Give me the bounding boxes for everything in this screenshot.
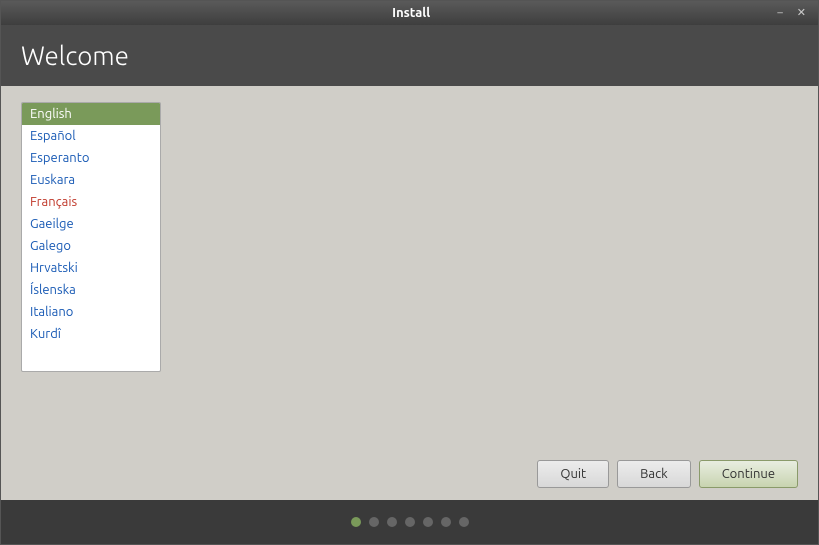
language-list[interactable]: EnglishEspañolEsperantoEuskaraFrançaisGa… [21,102,161,372]
language-item-gaeilge[interactable]: Gaeilge [22,213,160,235]
language-item-english[interactable]: English [22,103,160,125]
quit-button[interactable]: Quit [537,460,609,488]
language-item-français[interactable]: Français [22,191,160,213]
progress-dot-0 [351,517,361,527]
language-item-hrvatski[interactable]: Hrvatski [22,257,160,279]
window-controls: – ✕ [773,6,810,21]
progress-dot-6 [459,517,469,527]
progress-dot-4 [423,517,433,527]
titlebar: Install – ✕ [1,1,818,25]
language-item-galego[interactable]: Galego [22,235,160,257]
language-item-español[interactable]: Español [22,125,160,147]
progress-dot-3 [405,517,415,527]
progress-dot-2 [387,517,397,527]
language-item-euskara[interactable]: Euskara [22,169,160,191]
progress-dot-5 [441,517,451,527]
close-button[interactable]: ✕ [793,6,810,21]
language-item-esperanto[interactable]: Esperanto [22,147,160,169]
main-content: EnglishEspañolEsperantoEuskaraFrançaisGa… [1,86,818,448]
window-title: Install [49,6,773,20]
footer [1,500,818,544]
language-item-íslenska[interactable]: Íslenska [22,279,160,301]
language-item-kurdî[interactable]: Kurdî [22,323,160,345]
language-item-italiano[interactable]: Italiano [22,301,160,323]
minimize-button[interactable]: – [773,6,786,21]
page-title: Welcome [21,41,798,70]
progress-dot-1 [369,517,379,527]
install-window: Install – ✕ Welcome EnglishEspañolEspera… [0,0,819,545]
button-row: Quit Back Continue [1,448,818,500]
back-button[interactable]: Back [617,460,691,488]
header-section: Welcome [1,25,818,86]
continue-button[interactable]: Continue [699,460,798,488]
